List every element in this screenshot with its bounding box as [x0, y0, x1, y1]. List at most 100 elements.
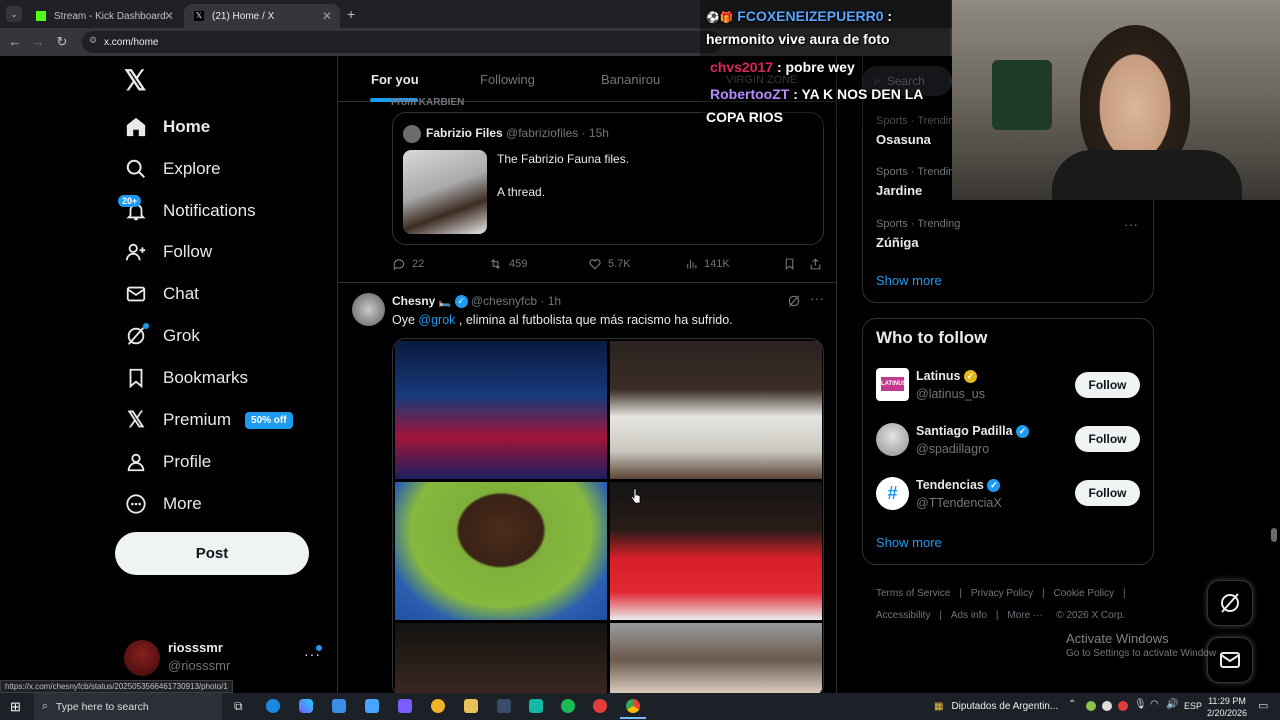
views-button[interactable]: 141K: [685, 257, 730, 270]
task-view-icon[interactable]: ⧉: [234, 699, 243, 714]
copilot-icon[interactable]: [299, 699, 313, 713]
tray-icon[interactable]: [1118, 701, 1128, 711]
bookmark-icon[interactable]: [783, 257, 796, 271]
notification-center-icon[interactable]: ▭: [1258, 699, 1268, 712]
media-photo[interactable]: [395, 341, 607, 479]
store-icon[interactable]: [365, 699, 379, 713]
file-explorer-icon[interactable]: [464, 699, 478, 713]
media-photo[interactable]: [395, 623, 607, 693]
new-tab-button[interactable]: +: [347, 6, 355, 22]
suggestion-name-row[interactable]: Santiago Padilla ✓: [916, 424, 1030, 439]
calendar-icon[interactable]: [497, 699, 511, 713]
more-options-icon[interactable]: ···: [810, 290, 824, 306]
avatar[interactable]: [876, 423, 909, 456]
footer-link[interactable]: More ···: [1007, 610, 1043, 621]
footer-link[interactable]: Accessibility: [876, 610, 930, 621]
nav-explore[interactable]: Explore: [124, 151, 221, 187]
share-icon[interactable]: [809, 257, 822, 271]
show-more-trends-link[interactable]: Show more: [876, 273, 942, 288]
tweet-author[interactable]: Chesny: [392, 294, 435, 308]
avatar[interactable]: [124, 640, 160, 676]
nav-chat[interactable]: Chat: [124, 276, 199, 312]
divider: [338, 282, 836, 283]
grok-icon[interactable]: [787, 294, 801, 308]
tab-kick-dashboard[interactable]: Stream - Kick Dashboard ✕: [26, 4, 182, 28]
tab-following[interactable]: Following: [480, 72, 535, 87]
search-icon: [124, 157, 148, 181]
close-tab-icon[interactable]: ✕: [164, 9, 174, 23]
reply-button[interactable]: 22: [392, 257, 424, 271]
quote-thumbnail[interactable]: [403, 150, 487, 234]
suggestion-name-row[interactable]: Tendencias ✓: [916, 478, 1001, 493]
vscode-icon[interactable]: [398, 699, 412, 713]
wifi-icon[interactable]: ◠: [1150, 699, 1159, 710]
follow-button[interactable]: Follow: [1075, 480, 1140, 506]
messages-fab-button[interactable]: [1207, 637, 1253, 683]
windows-start-icon[interactable]: ⊞: [10, 699, 21, 715]
url-field[interactable]: ⚙ x.com/home: [82, 31, 722, 53]
footer-link[interactable]: Cookie Policy: [1054, 588, 1115, 599]
taskbar-clock[interactable]: 11:29 PM 2/20/2026: [1204, 695, 1250, 719]
edge-icon[interactable]: [266, 699, 280, 713]
tray-icon[interactable]: [1102, 701, 1112, 711]
like-button[interactable]: 5.7K: [588, 257, 631, 271]
scrollbar-thumb[interactable]: [1271, 528, 1277, 542]
follow-button[interactable]: Follow: [1075, 372, 1140, 398]
quoted-post[interactable]: Fabrizio Files @fabriziofiles · 15h The …: [392, 112, 824, 245]
app-icon[interactable]: [529, 699, 543, 713]
close-tab-icon[interactable]: ✕: [322, 9, 332, 23]
footer-link[interactable]: Privacy Policy: [971, 588, 1033, 599]
back-icon[interactable]: ←: [3, 34, 27, 49]
app-icon[interactable]: [431, 699, 445, 713]
nav-notifications[interactable]: 20+ Notifications: [118, 193, 256, 229]
nav-bookmarks[interactable]: Bookmarks: [124, 360, 248, 396]
nav-profile[interactable]: Profile: [124, 444, 211, 480]
nav-follow[interactable]: Follow: [124, 234, 212, 270]
nav-grok[interactable]: Grok: [124, 318, 200, 354]
taskbar-news-widget[interactable]: ▦ Diputados de Argentin...: [934, 693, 1058, 720]
more-options-icon[interactable]: ···: [1124, 216, 1138, 232]
quote-handle[interactable]: @fabriziofiles: [506, 126, 578, 140]
avatar[interactable]: LATINUS: [876, 368, 909, 401]
mention-link[interactable]: @grok: [418, 313, 455, 327]
media-photo[interactable]: [610, 341, 822, 479]
grok-fab-button[interactable]: [1207, 580, 1253, 626]
footer-separator: |: [939, 610, 942, 621]
nav-premium[interactable]: 𝕏 Premium 50% off: [124, 402, 293, 438]
microphone-icon[interactable]: 🎙: [1134, 699, 1147, 710]
tweet-handle[interactable]: @chesnyfcb: [471, 294, 537, 308]
repost-button[interactable]: 459: [488, 257, 527, 271]
tray-icon[interactable]: [1086, 701, 1096, 711]
reload-icon[interactable]: ↻: [50, 34, 74, 50]
tab-bananirou[interactable]: Bananirou: [601, 72, 660, 87]
input-language[interactable]: ESP: [1184, 701, 1202, 711]
footer-link[interactable]: Ads info: [951, 610, 987, 621]
spotify-icon[interactable]: [561, 699, 575, 713]
trend-item[interactable]: Sports · Trending Zúñiga: [876, 218, 960, 250]
site-info-icon[interactable]: ⚙: [89, 35, 97, 46]
obs-icon[interactable]: [593, 699, 607, 713]
media-photo[interactable]: [610, 623, 822, 693]
media-photo[interactable]: [395, 482, 607, 620]
follow-button[interactable]: Follow: [1075, 426, 1140, 452]
tab-x-home[interactable]: 𝕏 (21) Home / X ✕: [184, 4, 340, 28]
hashtag-avatar-icon[interactable]: #: [876, 477, 909, 510]
tab-for-you[interactable]: For you: [371, 72, 419, 87]
x-logo-icon[interactable]: 𝕏: [124, 67, 150, 95]
tray-chevron-icon[interactable]: ⌃: [1068, 699, 1076, 710]
avatar[interactable]: [352, 293, 385, 326]
post-button[interactable]: Post: [115, 532, 309, 575]
footer-link[interactable]: Terms of Service: [876, 588, 950, 599]
show-more-follow-link[interactable]: Show more: [876, 535, 942, 550]
trend-item[interactable]: Sports · Trending Jardine: [876, 166, 960, 198]
forward-icon[interactable]: →: [26, 34, 50, 49]
suggestion-name-row[interactable]: Latinus ✓: [916, 369, 977, 384]
nav-home[interactable]: Home: [124, 109, 210, 145]
volume-icon[interactable]: 🔊: [1166, 699, 1178, 710]
chrome-icon[interactable]: [626, 699, 640, 713]
mail-app-icon[interactable]: [332, 699, 346, 713]
nav-more[interactable]: More: [124, 486, 202, 522]
quote-author[interactable]: Fabrizio Files: [426, 126, 503, 140]
taskbar-search[interactable]: ⌕ Type here to search: [34, 693, 222, 720]
tab-search-button[interactable]: ⌄: [6, 6, 22, 22]
